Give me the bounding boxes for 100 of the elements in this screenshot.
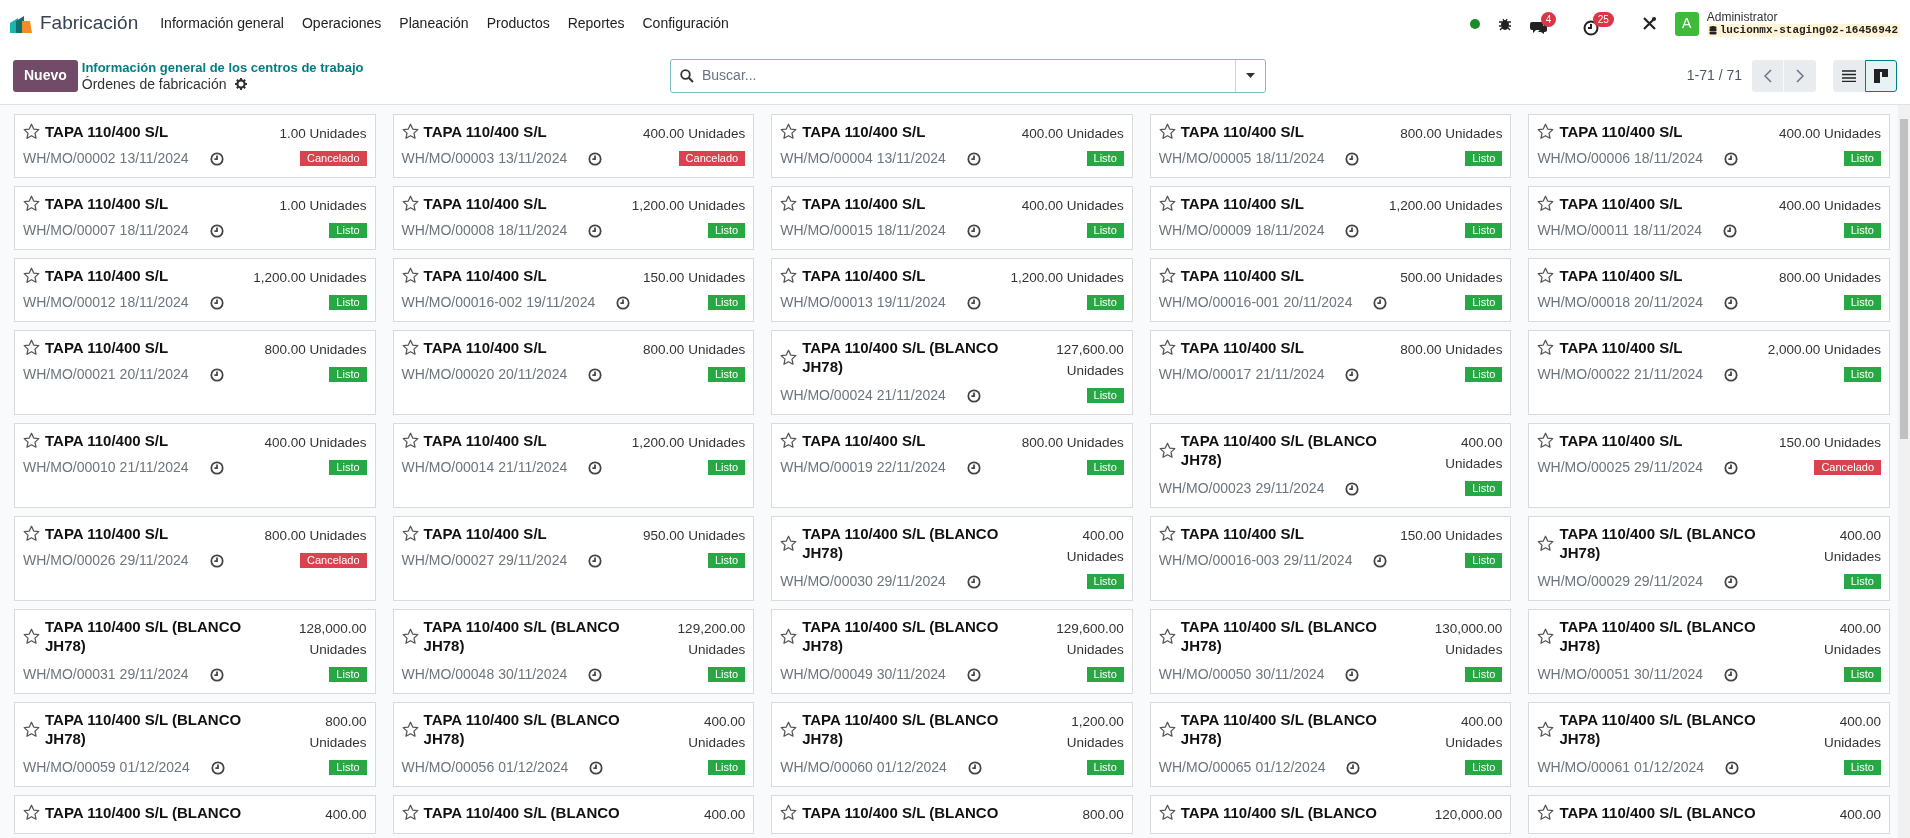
pager-value[interactable]: 1-71 / 71 (1686, 65, 1742, 86)
order-card[interactable]: TAPA 110/400 S/L 400.00 Unidades WH/MO/00015 18/11/2024 Listo (771, 186, 1133, 250)
list-view-button[interactable] (1833, 59, 1865, 92)
order-card[interactable]: TAPA 110/400 S/L 400.00 Unidades WH/MO/00011 18/11/2024 Listo (1528, 186, 1890, 250)
star-icon[interactable] (1537, 720, 1555, 738)
clock-icon[interactable] (1373, 295, 1388, 310)
bug-icon[interactable] (1497, 16, 1512, 31)
star-icon[interactable] (780, 627, 798, 645)
order-card[interactable]: TAPA 110/400 S/L 800.00 Unidades WH/MO/00020 20/11/2024 Listo (392, 330, 755, 415)
star-icon[interactable] (1537, 267, 1555, 284)
order-card[interactable]: TAPA 110/400 S/L 400.00 Unidades WH/MO/00006 18/11/2024 Listo (1528, 114, 1890, 178)
order-card[interactable]: TAPA 110/400 S/L 800.00 Unidades WH/MO/00017 21/11/2024 Listo (1149, 330, 1512, 415)
menu-item[interactable]: Productos (486, 13, 550, 34)
order-card[interactable]: TAPA 110/400 S/L (BLANCO JH78) 130,000.00 Unidades WH/MO/00050 30/11/2024 Listo (1149, 609, 1512, 694)
star-icon[interactable] (780, 432, 798, 449)
order-card[interactable]: TAPA 110/400 S/L 150.00 Unidades WH/MO/00016-003 29/11/2024 Listo (1149, 516, 1512, 601)
star-icon[interactable] (1537, 123, 1555, 140)
star-icon[interactable] (780, 267, 798, 284)
star-icon[interactable] (780, 195, 798, 212)
clock-icon[interactable] (210, 760, 225, 775)
star-icon[interactable] (1537, 804, 1555, 821)
order-card[interactable]: TAPA 110/400 S/L 2,000.00 Unidades WH/MO/00022 21/11/2024 Listo (1528, 330, 1890, 415)
star-icon[interactable] (401, 339, 419, 356)
order-card[interactable]: TAPA 110/400 S/L 1,200.00 Unidades WH/MO/00008 18/11/2024 Listo (392, 186, 755, 250)
star-icon[interactable] (401, 432, 419, 449)
order-card[interactable]: TAPA 110/400 S/L (BLANCO JH78) 400.00 Unidades WH/MO/00065 01/12/2024 Listo (1149, 702, 1512, 787)
order-card[interactable]: TAPA 110/400 S/L 400.00 Unidades WH/MO/00010 21/11/2024 Listo (14, 423, 376, 508)
star-icon[interactable] (780, 720, 798, 738)
clock-icon[interactable] (1345, 481, 1360, 496)
star-icon[interactable] (1158, 195, 1176, 212)
order-card[interactable]: TAPA 110/400 S/L 1,200.00 Unidades WH/MO/00014 21/11/2024 Listo (392, 423, 755, 508)
clock-icon[interactable] (966, 574, 981, 589)
menu-item[interactable]: Planeación (399, 13, 469, 34)
order-card[interactable]: TAPA 110/400 S/L 800.00 Unidades WH/MO/00019 22/11/2024 Listo (771, 423, 1133, 508)
clock-icon[interactable] (1345, 367, 1360, 382)
clock-icon[interactable] (209, 460, 224, 475)
clock-icon[interactable] (616, 295, 631, 310)
order-card[interactable]: TAPA 110/400 S/L 1,200.00 Unidades WH/MO/00013 19/11/2024 Listo (771, 258, 1133, 322)
order-card[interactable]: TAPA 110/400 S/L 400.00 Unidades WH/MO/00003 13/11/2024 Cancelado (392, 114, 755, 178)
star-icon[interactable] (1158, 267, 1176, 284)
star-icon[interactable] (1158, 720, 1176, 738)
clock-icon[interactable] (1725, 760, 1740, 775)
star-icon[interactable] (23, 627, 40, 645)
clock-icon[interactable] (966, 388, 981, 403)
star-icon[interactable] (401, 267, 419, 284)
star-icon[interactable] (23, 432, 40, 449)
order-card[interactable]: TAPA 110/400 S/L 1.00 Unidades WH/MO/00007 18/11/2024 Listo (14, 186, 376, 250)
clock-icon[interactable] (1722, 223, 1737, 238)
order-card[interactable]: TAPA 110/400 S/L (BLANCO JH78) 400.00 Unidades WH/MO/00030 29/11/2024 Listo (771, 516, 1133, 601)
clock-icon[interactable] (209, 367, 224, 382)
app-name[interactable]: Fabricación (40, 9, 139, 38)
clock-icon[interactable] (209, 553, 224, 568)
order-card[interactable]: TAPA 110/400 S/L 800.00 Unidades WH/MO/00021 20/11/2024 Listo (14, 330, 376, 415)
star-icon[interactable] (780, 348, 798, 366)
order-card[interactable]: TAPA 110/400 S/L 500.00 Unidades WH/MO/00016-001 20/11/2024 Listo (1149, 258, 1512, 322)
order-card[interactable]: TAPA 110/400 S/L (BLANCO JH78) 400.00 Unidades WH/MO/00029 29/11/2024 Listo (1528, 516, 1890, 601)
star-icon[interactable] (1158, 627, 1176, 645)
star-icon[interactable] (23, 339, 40, 356)
clock-icon[interactable] (209, 223, 224, 238)
order-card[interactable]: TAPA 110/400 S/L 800.00 Unidades WH/MO/00018 20/11/2024 Listo (1528, 258, 1890, 322)
order-card[interactable]: TAPA 110/400 S/L 800.00 Unidades WH/MO/00005 18/11/2024 Listo (1149, 114, 1512, 178)
app-logo-icon[interactable] (10, 14, 32, 33)
clock-icon[interactable] (588, 151, 603, 166)
star-icon[interactable] (23, 525, 40, 542)
clock-icon[interactable] (1345, 151, 1360, 166)
star-icon[interactable] (23, 720, 40, 738)
star-icon[interactable] (401, 123, 419, 140)
breadcrumb-link[interactable]: Información general de los centros de trabajo (81, 58, 364, 76)
order-card[interactable]: TAPA 110/400 S/L (BLANCO 800.00 (771, 795, 1133, 834)
menu-item[interactable]: Operaciones (301, 13, 382, 34)
clock-icon[interactable] (588, 223, 603, 238)
order-card[interactable]: TAPA 110/400 S/L 1,200.00 Unidades WH/MO/00012 18/11/2024 Listo (14, 258, 376, 322)
menu-item[interactable]: Configuración (642, 13, 729, 34)
clock-icon[interactable] (1724, 574, 1738, 589)
order-card[interactable]: TAPA 110/400 S/L (BLANCO JH78) 400.00 Unidades WH/MO/00056 01/12/2024 Listo (392, 702, 755, 787)
order-card[interactable]: TAPA 110/400 S/L (BLANCO JH78) 128,000.00 Unidades WH/MO/00031 29/11/2024 Listo (14, 609, 376, 694)
order-card[interactable]: TAPA 110/400 S/L (BLANCO JH78) 127,600.00 Unidades WH/MO/00024 21/11/2024 Listo (771, 330, 1133, 415)
star-icon[interactable] (1158, 525, 1176, 542)
order-card[interactable]: TAPA 110/400 S/L 1,200.00 Unidades WH/MO/00009 18/11/2024 Listo (1149, 186, 1512, 250)
activities-button[interactable]: 25 (1582, 11, 1618, 36)
star-icon[interactable] (23, 195, 40, 212)
clock-icon[interactable] (1724, 367, 1738, 382)
clock-icon[interactable] (1724, 460, 1738, 475)
star-icon[interactable] (401, 195, 419, 212)
messages-button[interactable]: 4 (1529, 12, 1561, 35)
clock-icon[interactable] (588, 460, 603, 475)
order-card[interactable]: TAPA 110/400 S/L (BLANCO JH78) 400.00 Unidades WH/MO/00051 30/11/2024 Listo (1528, 609, 1890, 694)
star-icon[interactable] (1537, 195, 1555, 212)
clock-icon[interactable] (966, 151, 981, 166)
order-card[interactable]: TAPA 110/400 S/L (BLANCO JH78) 129,200.00 Unidades WH/MO/00048 30/11/2024 Listo (392, 609, 755, 694)
star-icon[interactable] (401, 804, 419, 821)
star-icon[interactable] (23, 123, 40, 140)
clock-icon[interactable] (589, 760, 604, 775)
settings-icon[interactable] (234, 78, 247, 90)
order-card[interactable]: TAPA 110/400 S/L (BLANCO JH78) 800.00 Unidades WH/MO/00059 01/12/2024 Listo (14, 702, 376, 787)
menu-item[interactable]: Información general (160, 13, 284, 34)
clock-icon[interactable] (1724, 667, 1738, 682)
kanban-view-button[interactable] (1865, 59, 1897, 92)
clock-icon[interactable] (1724, 295, 1738, 310)
star-icon[interactable] (1158, 339, 1176, 356)
